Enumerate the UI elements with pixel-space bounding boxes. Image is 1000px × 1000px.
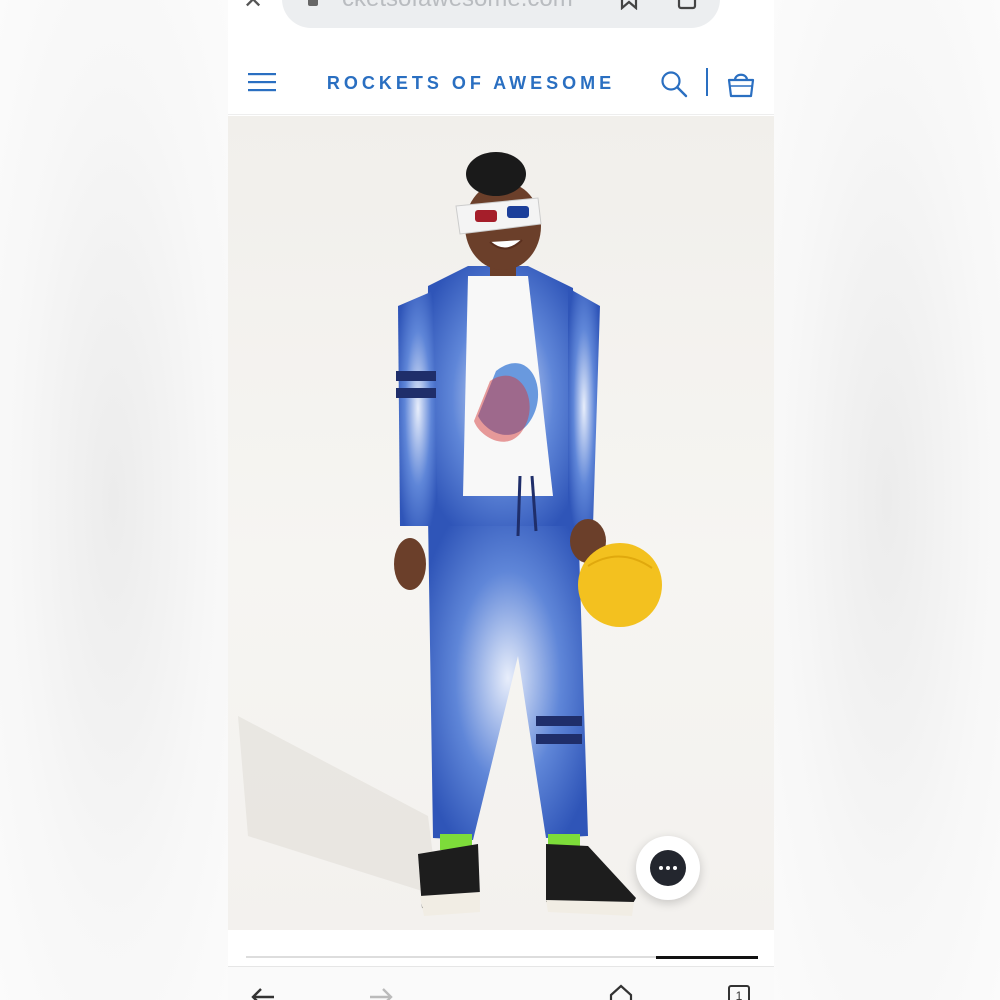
- chat-bubble-icon: [650, 850, 686, 886]
- background-blur-right: [774, 0, 1000, 1000]
- search-icon[interactable]: [660, 70, 688, 98]
- address-bar[interactable]: cketsofawesome.com: [282, 0, 720, 28]
- header-divider: [706, 68, 708, 96]
- arrow-left-icon[interactable]: [250, 987, 276, 1000]
- chat-dot: [666, 866, 670, 870]
- site-header: ROCKETS OF AWESOME: [228, 52, 774, 115]
- share-icon[interactable]: [674, 0, 700, 10]
- brand-logo[interactable]: ROCKETS OF AWESOME: [324, 70, 618, 96]
- bookmark-icon[interactable]: [616, 0, 642, 10]
- home-icon[interactable]: [608, 983, 634, 1000]
- hamburger-menu-icon[interactable]: [248, 70, 276, 94]
- carousel-progress-fill: [655, 956, 758, 959]
- chat-dot: [673, 866, 677, 870]
- product-photo-illustration: [238, 152, 662, 916]
- chat-button[interactable]: [636, 836, 700, 900]
- carousel-progress-bar: [246, 956, 758, 959]
- shopping-bag-icon[interactable]: [726, 70, 756, 98]
- phone-screen: ✕ cketsofawesome.com ROCKETS OF AWESOME: [228, 0, 774, 1000]
- product-image[interactable]: [228, 116, 774, 930]
- background-blur-left: [0, 0, 228, 1000]
- browser-bottom-toolbar: 1: [228, 966, 774, 1000]
- chat-dot: [659, 866, 663, 870]
- lock-icon: [308, 0, 318, 6]
- tabs-icon[interactable]: 1: [728, 985, 750, 1000]
- close-icon[interactable]: ✕: [240, 0, 266, 14]
- url-text: cketsofawesome.com: [342, 0, 602, 10]
- arrow-right-icon[interactable]: [368, 987, 394, 1000]
